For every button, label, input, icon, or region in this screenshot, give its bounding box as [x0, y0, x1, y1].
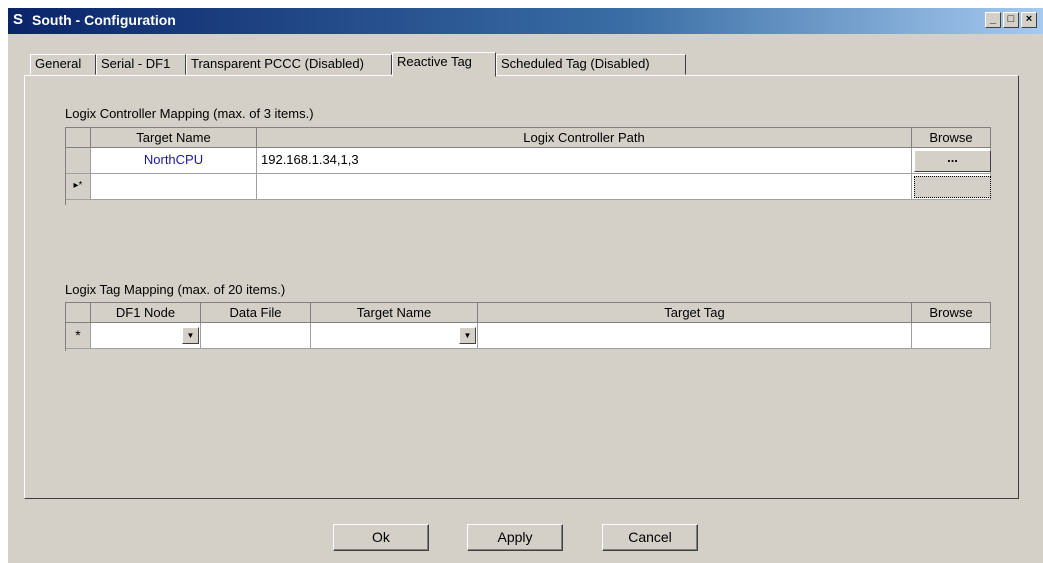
tag-mapping-grid: DF1 Node Data File Target Name Target Ta… [65, 302, 991, 351]
tab-scheduled-tag[interactable]: Scheduled Tag (Disabled) [496, 54, 686, 75]
maximize-button[interactable]: □ [1003, 12, 1019, 28]
tab-transparent-pccc[interactable]: Transparent PCCC (Disabled) [186, 54, 392, 75]
browse-button[interactable]: ... [914, 150, 991, 172]
column-df1-node[interactable]: DF1 Node [91, 303, 201, 323]
target-name-combo[interactable] [311, 323, 478, 349]
column-browse[interactable]: Browse [912, 303, 991, 323]
column-target-tag[interactable]: Target Tag [478, 303, 912, 323]
tab-serial-df1[interactable]: Serial - DF1 [96, 54, 186, 75]
chevron-down-icon[interactable]: ▼ [182, 327, 199, 344]
column-target-name[interactable]: Target Name [311, 303, 478, 323]
target-name-cell[interactable]: NorthCPU [91, 148, 257, 174]
column-browse[interactable]: Browse [912, 128, 991, 148]
configuration-window: S South - Configuration _ □ × General Se… [8, 8, 1043, 563]
app-icon: S [13, 11, 24, 28]
new-browse-cell[interactable] [912, 323, 991, 349]
tab-general[interactable]: General [30, 54, 96, 75]
data-file-cell[interactable] [201, 323, 311, 349]
tag-mapping-label: Logix Tag Mapping (max. of 20 items.) [65, 282, 286, 297]
controller-mapping-grid: Target Name Logix Controller Path Browse… [65, 127, 991, 205]
column-data-file[interactable]: Data File [201, 303, 311, 323]
row-header[interactable] [66, 148, 91, 174]
row-header-corner [66, 128, 91, 148]
ok-button[interactable]: Ok [333, 524, 429, 551]
target-tag-cell[interactable] [478, 323, 912, 349]
reactive-tag-panel: Logix Controller Mapping (max. of 3 item… [24, 75, 1019, 499]
apply-button[interactable]: Apply [467, 524, 563, 551]
new-row-marker-icon: ▸* [66, 174, 91, 200]
new-target-name-cell[interactable] [91, 174, 257, 200]
row-header-corner [66, 303, 91, 323]
column-target-name[interactable]: Target Name [91, 128, 257, 148]
window-title: South - Configuration [32, 12, 176, 28]
new-browse-button[interactable] [914, 176, 991, 198]
tab-reactive-tag[interactable]: Reactive Tag [392, 52, 496, 77]
new-row-asterisk-icon: * [66, 323, 91, 349]
column-logix-controller-path[interactable]: Logix Controller Path [257, 128, 912, 148]
title-bar[interactable]: S South - Configuration [8, 8, 1043, 34]
cancel-button[interactable]: Cancel [602, 524, 698, 551]
new-controller-path-cell[interactable] [257, 174, 912, 200]
close-button[interactable]: × [1021, 12, 1037, 28]
controller-mapping-label: Logix Controller Mapping (max. of 3 item… [65, 106, 314, 121]
minimize-button[interactable]: _ [985, 12, 1001, 28]
controller-path-cell[interactable]: 192.168.1.34,1,3 [257, 148, 912, 174]
chevron-down-icon[interactable]: ▼ [459, 327, 476, 344]
